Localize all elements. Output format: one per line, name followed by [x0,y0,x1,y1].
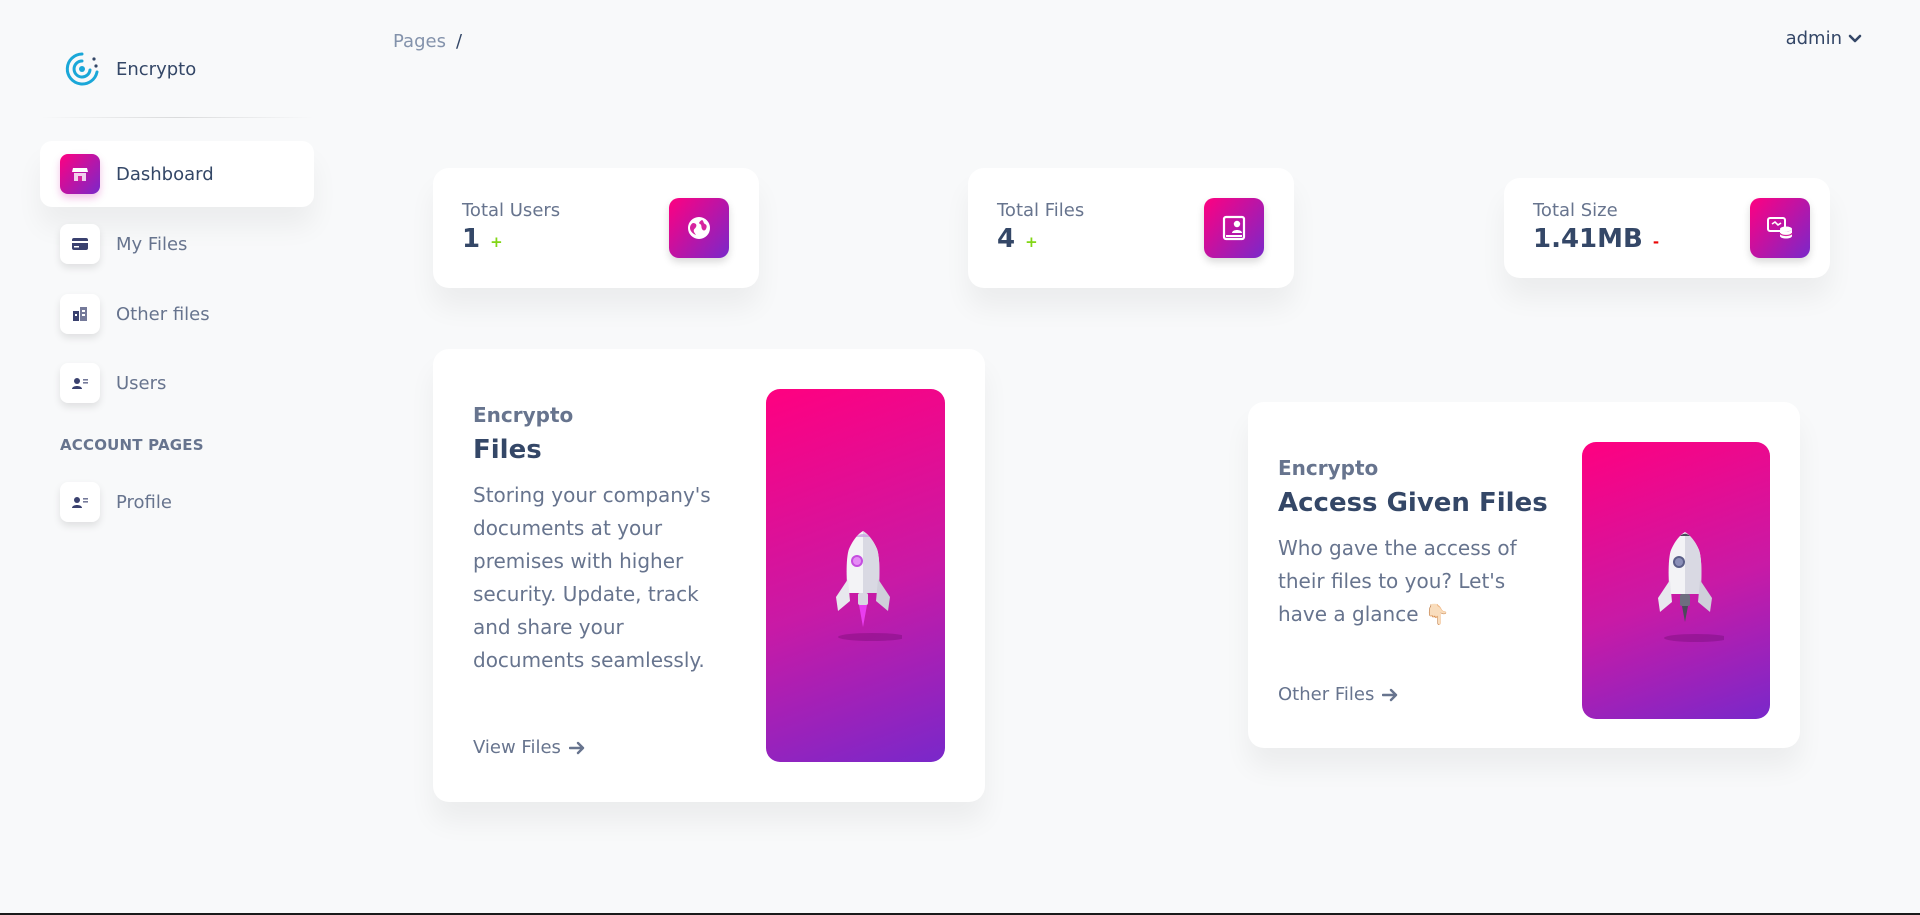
rocket-icon [836,531,902,641]
stat-number: 4 [997,224,1016,254]
sidebar: Encrypto Dashboard My Files Other files … [40,0,314,900]
rocket-illustration [766,389,945,762]
brand-name: Encrypto [116,58,197,80]
promo-card-access-given-files: Encrypto Access Given Files Who gave the… [1248,402,1800,748]
user-card-icon [60,482,100,522]
sidebar-divider [40,117,314,118]
promo-card-files: Encrypto Files Storing your company's do… [433,349,985,802]
sidebar-item-dashboard[interactable]: Dashboard [40,141,314,207]
chevron-down-icon [1848,34,1862,42]
breadcrumb-separator: / [455,31,463,52]
stat-value: 4 + [997,224,1038,254]
rocket-icon [1658,532,1724,642]
stat-title: Total Size [1533,200,1618,221]
credit-card-icon [60,224,100,264]
user-card-icon [60,363,100,403]
rocket-illustration [1582,442,1770,719]
promo-eyebrow: Encrypto [473,403,574,427]
stat-change: - [1652,233,1660,251]
promo-title: Access Given Files [1278,488,1548,518]
sidebar-item-label: Dashboard [116,163,214,185]
promo-description: Who gave the access of their files to yo… [1278,536,1517,626]
user-menu[interactable]: admin [1786,28,1862,49]
sidebar-item-profile[interactable]: Profile [40,469,314,535]
promo-description: Storing your company's documents at your… [473,483,711,672]
brand[interactable]: Encrypto [64,50,196,88]
sidebar-item-other-files[interactable]: Other files [40,281,314,347]
stat-card-total-users: Total Users 1 + [433,168,759,288]
arrow-right-icon [1382,688,1398,701]
stat-title: Total Files [997,200,1085,221]
shop-icon [60,154,100,194]
promo-title: Files [473,435,542,465]
encrypto-logo-icon [65,52,99,86]
section-heading-account-pages: ACCOUNT PAGES [60,436,204,454]
stat-change: + [1025,233,1038,251]
database-icon [1750,198,1810,258]
stat-card-total-files: Total Files 4 + [968,168,1294,288]
stat-title: Total Users [462,200,561,221]
arrow-right-icon [568,741,585,754]
stat-number: 1 [462,224,481,254]
sidebar-item-label: Profile [116,491,172,513]
sidebar-item-label: Users [116,372,167,394]
stat-number: 1.41MB [1533,224,1643,254]
stat-card-total-size: Total Size 1.41MB - [1504,178,1830,278]
office-icon [60,294,100,334]
sidebar-item-my-files[interactable]: My Files [40,211,314,277]
stat-value: 1 + [462,224,503,254]
other-files-link[interactable]: Other Files [1278,684,1398,705]
stat-change: + [490,233,503,251]
sidebar-item-label: My Files [116,233,188,255]
stat-value: 1.41MB - [1533,224,1659,254]
file-user-icon [1204,198,1264,258]
view-files-link[interactable]: View Files [473,737,585,758]
user-name: admin [1785,28,1842,49]
sidebar-item-users[interactable]: Users [40,350,314,416]
globe-icon [669,198,729,258]
promo-eyebrow: Encrypto [1278,456,1379,480]
breadcrumb: Pages / [393,31,462,52]
breadcrumb-item-pages[interactable]: Pages [393,31,446,52]
sidebar-item-label: Other files [116,303,210,325]
